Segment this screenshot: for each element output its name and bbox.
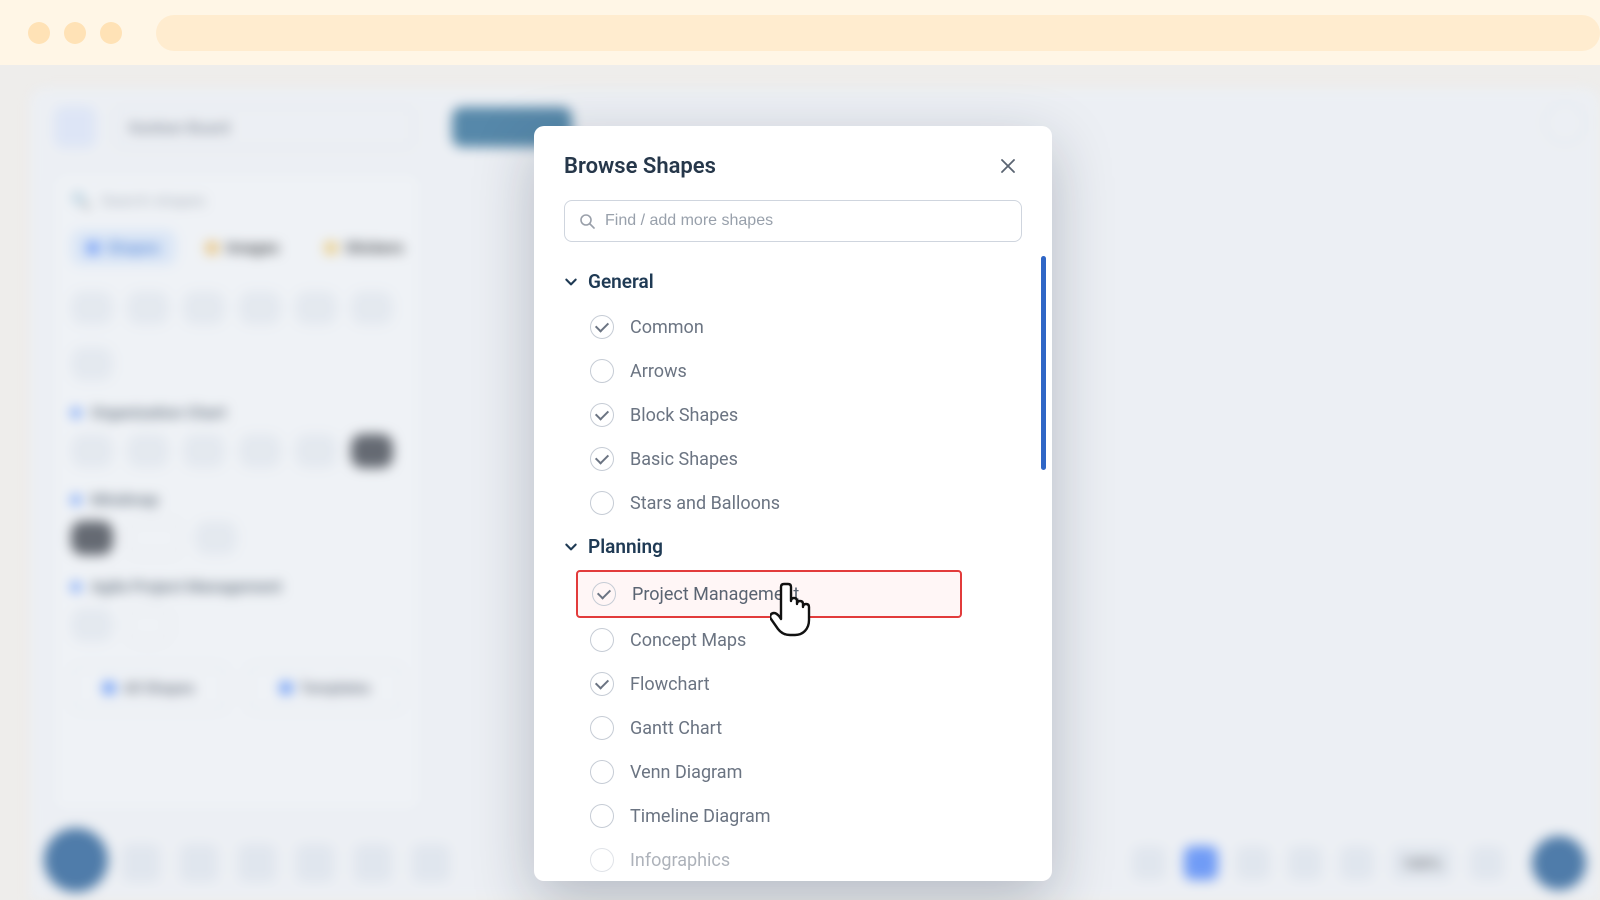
chevron-down-icon <box>564 540 578 554</box>
shape-item-label: Basic Shapes <box>630 449 738 470</box>
search-icon <box>579 213 595 229</box>
checkbox-icon[interactable] <box>590 848 614 872</box>
checkbox-icon[interactable] <box>592 582 616 606</box>
section-label: General <box>588 270 654 293</box>
shape-item-label: Block Shapes <box>630 405 738 426</box>
url-bar[interactable] <box>156 15 1600 51</box>
section-header-general[interactable]: General <box>564 270 1022 293</box>
shape-item-label: Common <box>630 317 704 338</box>
checkbox-icon[interactable] <box>590 716 614 740</box>
browse-shapes-modal: Browse Shapes General Common Arrows Bloc… <box>534 126 1052 881</box>
checkbox-icon[interactable] <box>590 672 614 696</box>
shape-item-label: Project Management <box>632 584 799 605</box>
shapes-scroll-area[interactable]: General Common Arrows Block Shapes Basic… <box>534 248 1052 881</box>
shape-item-label: Infographics <box>630 850 730 871</box>
shape-item-label: Flowchart <box>630 674 710 695</box>
shape-item-common[interactable]: Common <box>564 305 1022 349</box>
shape-item-gantt-chart[interactable]: Gantt Chart <box>564 706 1022 750</box>
modal-title: Browse Shapes <box>564 154 716 179</box>
shape-item-timeline-diagram[interactable]: Timeline Diagram <box>564 794 1022 838</box>
shape-item-arrows[interactable]: Arrows <box>564 349 1022 393</box>
checkbox-icon[interactable] <box>590 628 614 652</box>
shape-item-basic-shapes[interactable]: Basic Shapes <box>564 437 1022 481</box>
shape-item-block-shapes[interactable]: Block Shapes <box>564 393 1022 437</box>
shape-item-stars-balloons[interactable]: Stars and Balloons <box>564 481 1022 525</box>
browser-chrome <box>0 0 1600 65</box>
shape-item-label: Timeline Diagram <box>630 806 771 827</box>
shape-item-label: Concept Maps <box>630 630 746 651</box>
checkbox-icon[interactable] <box>590 760 614 784</box>
checkbox-icon[interactable] <box>590 447 614 471</box>
checkbox-icon[interactable] <box>590 359 614 383</box>
close-icon[interactable] <box>994 152 1022 180</box>
shape-search-input[interactable] <box>564 200 1022 242</box>
chevron-down-icon <box>564 275 578 289</box>
shape-item-venn-diagram[interactable]: Venn Diagram <box>564 750 1022 794</box>
shape-item-concept-maps[interactable]: Concept Maps <box>564 618 1022 662</box>
shape-item-project-management[interactable]: Project Management <box>576 570 962 618</box>
scrollbar-thumb[interactable] <box>1041 256 1046 470</box>
section-header-planning[interactable]: Planning <box>564 535 1022 558</box>
checkbox-icon[interactable] <box>590 804 614 828</box>
checkbox-icon[interactable] <box>590 315 614 339</box>
shape-item-label: Stars and Balloons <box>630 493 780 514</box>
shape-item-flowchart[interactable]: Flowchart <box>564 662 1022 706</box>
shape-item-label: Venn Diagram <box>630 762 742 783</box>
shape-item-label: Arrows <box>630 361 687 382</box>
shape-item-infographics[interactable]: Infographics <box>564 838 1022 881</box>
checkbox-icon[interactable] <box>590 403 614 427</box>
section-label: Planning <box>588 535 663 558</box>
window-dot <box>28 22 50 44</box>
checkbox-icon[interactable] <box>590 491 614 515</box>
shape-item-label: Gantt Chart <box>630 718 722 739</box>
window-dot <box>100 22 122 44</box>
shape-search-field[interactable] <box>605 212 1007 230</box>
window-dot <box>64 22 86 44</box>
